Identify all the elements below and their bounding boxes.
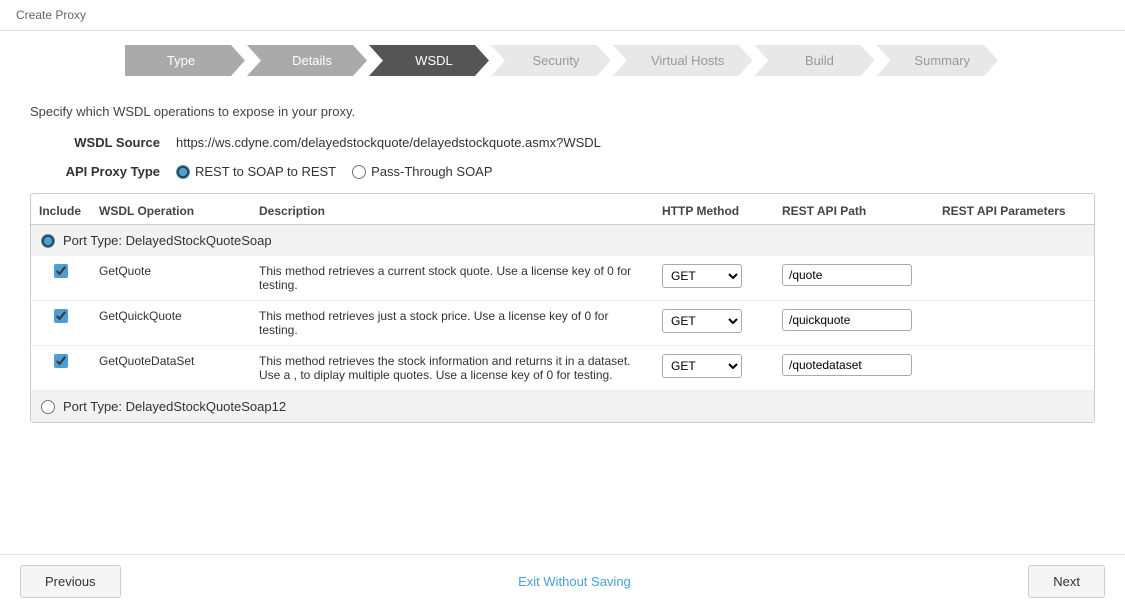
step-details[interactable]: Details — [247, 45, 367, 76]
op1-path-cell — [774, 256, 934, 301]
col-description: Description — [251, 198, 654, 225]
op1-include-cell — [31, 256, 91, 301]
wsdl-source-row: WSDL Source https://ws.cdyne.com/delayed… — [30, 135, 1095, 150]
op2-method-cell: GET POST PUT DELETE — [654, 301, 774, 346]
op3-path-input[interactable] — [782, 354, 912, 376]
step-summary-label: Summary — [914, 53, 970, 68]
exit-without-saving-button[interactable]: Exit Without Saving — [518, 574, 631, 589]
port-type-2-radio-container: Port Type: DelayedStockQuoteSoap12 — [41, 399, 1084, 414]
main-content: Specify which WSDL operations to expose … — [0, 90, 1125, 437]
op2-params-cell — [934, 301, 1094, 346]
op3-method-cell: GET POST PUT DELETE — [654, 346, 774, 391]
step-summary[interactable]: Summary — [876, 45, 998, 76]
op2-method-select[interactable]: GET POST PUT DELETE — [662, 309, 742, 333]
op2-name-cell: GetQuickQuote — [91, 301, 251, 346]
op3-include-checkbox[interactable] — [54, 354, 68, 368]
wsdl-source-label: WSDL Source — [30, 135, 160, 150]
col-operation: WSDL Operation — [91, 198, 251, 225]
step-type[interactable]: Type — [125, 45, 245, 76]
op2-path-input[interactable] — [782, 309, 912, 331]
radio-pass-through-input[interactable] — [352, 165, 366, 179]
op1-name-cell: GetQuote — [91, 256, 251, 301]
port-type-1-radio-container: Port Type: DelayedStockQuoteSoap — [41, 233, 1084, 248]
col-params: REST API Parameters — [934, 198, 1094, 225]
col-method: HTTP Method — [654, 198, 774, 225]
previous-button[interactable]: Previous — [20, 565, 121, 598]
op2-include-cell — [31, 301, 91, 346]
wsdl-source-value: https://ws.cdyne.com/delayedstockquote/d… — [176, 135, 601, 150]
step-details-label: Details — [292, 53, 332, 68]
op3-include-cell — [31, 346, 91, 391]
radio-rest-soap-rest-input[interactable] — [176, 165, 190, 179]
op1-include-checkbox[interactable] — [54, 264, 68, 278]
table-row: GetQuoteDataSet This method retrieves th… — [31, 346, 1094, 391]
port-type-1-label: Port Type: DelayedStockQuoteSoap — [63, 233, 272, 248]
table-row: GetQuickQuote This method retrieves just… — [31, 301, 1094, 346]
top-bar: Create Proxy — [0, 0, 1125, 31]
radio-pass-through-label: Pass-Through SOAP — [371, 164, 492, 179]
step-type-label: Type — [167, 53, 195, 68]
step-build[interactable]: Build — [754, 45, 874, 76]
port-type-2-label: Port Type: DelayedStockQuoteSoap12 — [63, 399, 286, 414]
step-build-label: Build — [805, 53, 834, 68]
op3-name-cell: GetQuoteDataSet — [91, 346, 251, 391]
op1-description-cell: This method retrieves a current stock qu… — [251, 256, 654, 301]
step-virtual-hosts-label: Virtual Hosts — [651, 53, 724, 68]
page-subtitle: Specify which WSDL operations to expose … — [30, 104, 1095, 119]
table-row: GetQuote This method retrieves a current… — [31, 256, 1094, 301]
operations-table: Include WSDL Operation Description HTTP … — [31, 198, 1094, 422]
proxy-type-row: API Proxy Type REST to SOAP to REST Pass… — [30, 164, 1095, 179]
port-type-2-radio[interactable] — [41, 400, 55, 414]
step-virtual-hosts[interactable]: Virtual Hosts — [613, 45, 752, 76]
footer: Previous Exit Without Saving Next — [0, 554, 1125, 608]
op1-params-cell — [934, 256, 1094, 301]
op1-method-select[interactable]: GET POST PUT DELETE — [662, 264, 742, 288]
app-title: Create Proxy — [16, 8, 86, 22]
operations-table-wrapper: Include WSDL Operation Description HTTP … — [30, 193, 1095, 423]
op1-method-cell: GET POST PUT DELETE — [654, 256, 774, 301]
step-wsdl-label: WSDL — [415, 53, 453, 68]
op3-method-select[interactable]: GET POST PUT DELETE — [662, 354, 742, 378]
next-button[interactable]: Next — [1028, 565, 1105, 598]
port-type-row-1: Port Type: DelayedStockQuoteSoap — [31, 225, 1094, 257]
radio-rest-soap-rest[interactable]: REST to SOAP to REST — [176, 164, 336, 179]
op3-params-cell — [934, 346, 1094, 391]
proxy-type-label: API Proxy Type — [30, 164, 160, 179]
step-security[interactable]: Security — [491, 45, 611, 76]
step-security-label: Security — [532, 53, 579, 68]
op3-path-cell — [774, 346, 934, 391]
table-header: Include WSDL Operation Description HTTP … — [31, 198, 1094, 225]
wizard-steps: Type Details WSDL Security Virtual Hosts… — [0, 31, 1125, 90]
step-wsdl[interactable]: WSDL — [369, 45, 489, 76]
op2-include-checkbox[interactable] — [54, 309, 68, 323]
op2-description-cell: This method retrieves just a stock price… — [251, 301, 654, 346]
col-path: REST API Path — [774, 198, 934, 225]
op2-path-cell — [774, 301, 934, 346]
port-type-row-2: Port Type: DelayedStockQuoteSoap12 — [31, 391, 1094, 423]
proxy-type-radio-group: REST to SOAP to REST Pass-Through SOAP — [176, 164, 493, 179]
col-include: Include — [31, 198, 91, 225]
port-type-1-radio[interactable] — [41, 234, 55, 248]
radio-rest-soap-rest-label: REST to SOAP to REST — [195, 164, 336, 179]
radio-pass-through[interactable]: Pass-Through SOAP — [352, 164, 492, 179]
op1-path-input[interactable] — [782, 264, 912, 286]
op3-description-cell: This method retrieves the stock informat… — [251, 346, 654, 391]
